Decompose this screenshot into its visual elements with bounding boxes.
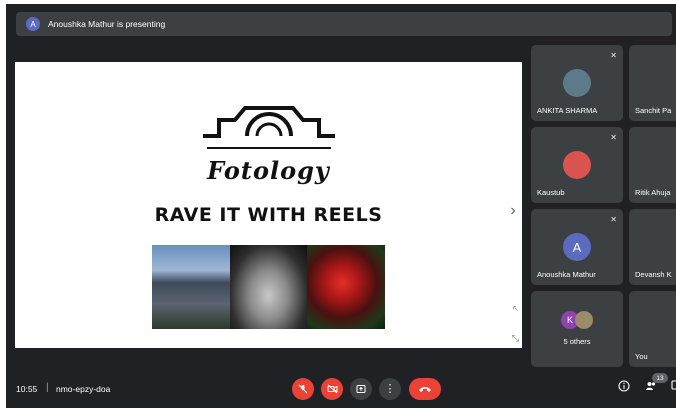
meeting-code: nmo-epzy-doa — [56, 384, 111, 394]
participant-name: Kaustub — [537, 188, 565, 197]
participant-name: Sanchit Pa — [635, 106, 672, 115]
slide-logo-text: Fotology — [207, 156, 330, 185]
mic-off-icon — [298, 384, 308, 394]
participant-tile[interactable]: Devansh K — [629, 209, 676, 285]
participant-name: Devansh K — [635, 270, 672, 279]
next-slide-chevron-icon[interactable]: › — [506, 202, 520, 220]
participant-tile[interactable]: ✕ Kaustub — [531, 127, 623, 203]
presenter-avatar: A — [26, 17, 40, 31]
monument-photo — [229, 245, 308, 329]
presenting-banner: A Anoushka Mathur is presenting — [16, 12, 672, 36]
participant-name: You — [635, 352, 648, 361]
bottom-bar: 10:55 | nmo-epzy-doa ⋮ 13 — [6, 370, 676, 408]
participant-name: Anoushka Mathur — [537, 270, 596, 279]
mic-off-icon: ✕ — [610, 51, 617, 60]
separator: | — [46, 382, 49, 393]
camera-toggle-button[interactable] — [321, 378, 343, 400]
participant-tile[interactable]: ✕ A Anoushka Mathur — [531, 209, 623, 285]
self-tile[interactable]: V You — [629, 291, 676, 367]
camera-off-icon — [327, 384, 337, 394]
present-icon — [356, 385, 366, 393]
present-screen-button[interactable] — [350, 378, 372, 400]
chat-icon[interactable] — [671, 380, 676, 395]
collapse-icon[interactable]: ⤡ — [512, 333, 519, 344]
pointer-icon: ↖ — [512, 304, 519, 313]
avatar — [575, 311, 593, 329]
hang-up-icon — [419, 387, 431, 392]
participant-name: ANKITA SHARMA — [537, 106, 598, 115]
more-vert-icon: ⋮ — [384, 383, 396, 395]
avatar — [563, 69, 591, 97]
participant-name: Ritik Ahuja — [635, 188, 671, 197]
meet-window: A Anoushka Mathur is presenting Fotology… — [6, 4, 676, 408]
avatar: A — [563, 233, 591, 261]
participant-tile[interactable]: Sanchit Pa — [629, 45, 676, 121]
flower-photo — [307, 245, 386, 329]
presenting-text: Anoushka Mathur is presenting — [48, 19, 166, 29]
others-tile[interactable]: K 5 others — [531, 291, 623, 367]
mountain-photo — [152, 245, 230, 329]
leave-call-button[interactable] — [409, 378, 441, 400]
mic-off-icon: ✕ — [610, 215, 617, 224]
slide-headline: RAVE IT WITH REELS — [154, 204, 383, 226]
more-options-button[interactable]: ⋮ — [379, 378, 401, 400]
presentation-stage[interactable]: Fotology RAVE IT WITH REELS › ↖ ⤡ — [15, 62, 522, 348]
mic-toggle-button[interactable] — [292, 378, 314, 400]
slide-photo-strip — [152, 245, 386, 329]
participant-tile[interactable]: R Ritik Ahuja — [629, 127, 676, 203]
clock: 10:55 — [16, 384, 38, 394]
mic-off-icon: ✕ — [610, 133, 617, 142]
participant-count-badge: 13 — [652, 373, 668, 383]
info-icon[interactable] — [618, 380, 630, 395]
participant-tile[interactable]: ✕ ANKITA SHARMA — [531, 45, 623, 121]
others-label: 5 others — [563, 337, 591, 346]
avatar — [563, 151, 591, 179]
camera-logo — [203, 106, 335, 149]
